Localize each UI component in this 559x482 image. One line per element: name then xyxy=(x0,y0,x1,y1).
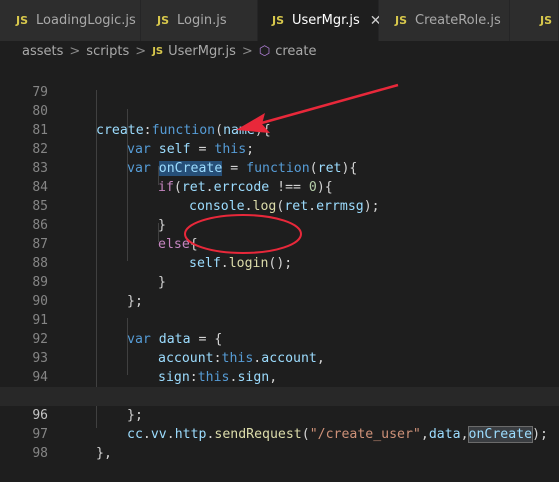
chevron-right-icon: > xyxy=(135,43,147,59)
code-line[interactable]: 83 if(ret.errcode !== 0){ xyxy=(0,140,559,195)
chevron-right-icon: > xyxy=(69,43,81,59)
tab-createrole[interactable]: JS CreateRole.js xyxy=(379,0,510,41)
code-line[interactable]: 84 console.log(ret.errmsg); xyxy=(0,159,559,214)
js-file-icon: JS xyxy=(152,45,164,57)
editor-tab-bar: JS LoadingLogic.js JS Login.js JS UserMg… xyxy=(0,0,559,41)
code-line[interactable]: 91 var data = { xyxy=(0,292,559,347)
tab-label: UserMgr.js xyxy=(292,13,360,28)
code-line[interactable]: 94 name:name xyxy=(0,349,559,404)
tab-label: CreateRole.js xyxy=(415,13,501,28)
breadcrumb-item-scripts[interactable]: scripts xyxy=(86,44,129,59)
code-line[interactable]: 87 self.login(); xyxy=(0,216,559,271)
method-symbol-icon: ⬡ xyxy=(258,43,271,59)
code-line[interactable]: 85 } xyxy=(0,178,559,233)
js-file-icon: JS xyxy=(272,14,285,27)
tab-loadinglogic[interactable]: JS LoadingLogic.js xyxy=(0,0,141,41)
code-line[interactable]: 81 var self = this; xyxy=(0,102,559,157)
code-line[interactable]: 79 xyxy=(0,64,559,100)
code-line[interactable]: 98 xyxy=(0,425,559,461)
code-line[interactable]: 88 } xyxy=(0,235,559,290)
breadcrumb-item-symbol[interactable]: create xyxy=(275,44,316,59)
code-line[interactable]: 90 xyxy=(0,273,559,309)
code-line[interactable]: 95 }; xyxy=(0,368,559,423)
chevron-right-icon: > xyxy=(241,43,253,59)
code-line[interactable]: 89 }; xyxy=(0,254,559,309)
tab-label: LoadingLogic.js xyxy=(36,13,136,28)
code-line[interactable]: 97 }, xyxy=(0,406,559,461)
code-editor[interactable]: 79 80 create:function(name){ 81 var self… xyxy=(0,61,559,461)
tab-login[interactable]: JS Login.js xyxy=(141,0,258,41)
tab-overflow[interactable]: JS H xyxy=(510,0,559,41)
js-file-icon: JS xyxy=(540,14,553,27)
js-file-icon: JS xyxy=(395,14,408,27)
tab-label: Login.js xyxy=(177,13,227,28)
breadcrumb: assets > scripts > JS UserMgr.js > ⬡ cre… xyxy=(0,41,559,61)
tab-usermgr[interactable]: JS UserMgr.js ✕ xyxy=(258,0,382,41)
current-code-line[interactable]: 96 cc.vv.http.sendRequest("/create_user"… xyxy=(0,387,559,443)
code-line[interactable]: 80 create:function(name){ xyxy=(0,83,559,138)
code-line[interactable]: 86 else{ xyxy=(0,197,559,252)
breadcrumb-item-assets[interactable]: assets xyxy=(22,44,63,59)
code-line[interactable]: 93 sign:this.sign, xyxy=(0,330,559,385)
js-file-icon: JS xyxy=(157,14,170,27)
js-file-icon: JS xyxy=(16,14,29,27)
breadcrumb-item-file[interactable]: UserMgr.js xyxy=(168,44,236,59)
code-line[interactable]: 82 var onCreate = function(ret){ xyxy=(0,121,559,176)
code-line[interactable]: 92 account:this.account, xyxy=(0,311,559,366)
